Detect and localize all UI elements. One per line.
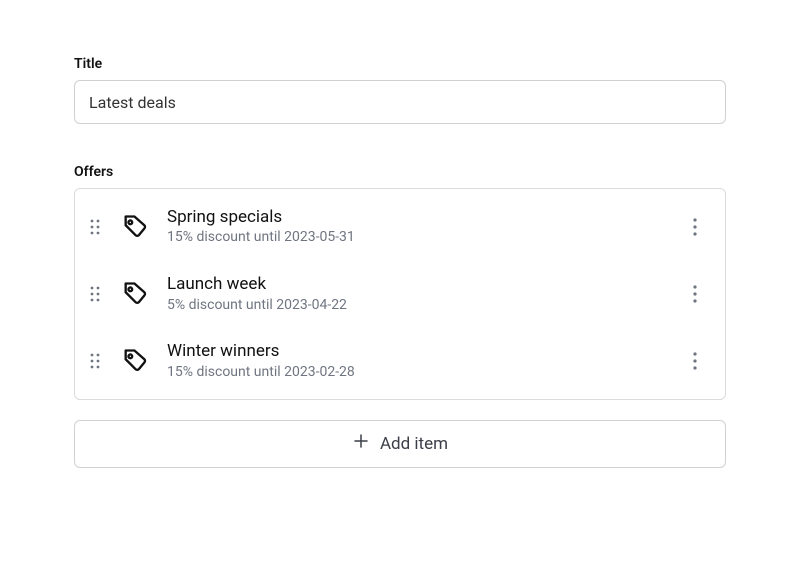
more-icon[interactable] bbox=[683, 215, 707, 239]
offer-title: Launch week bbox=[167, 274, 667, 294]
offer-row: Launch week 5% discount until 2023-04-22 bbox=[75, 260, 725, 327]
plus-icon bbox=[352, 432, 370, 455]
offer-row: Spring specials 15% discount until 2023-… bbox=[75, 193, 725, 260]
title-label: Title bbox=[74, 56, 726, 72]
offer-subtitle: 15% discount until 2023-05-31 bbox=[167, 229, 667, 246]
drag-handle-icon[interactable] bbox=[87, 282, 103, 306]
offer-title: Spring specials bbox=[167, 207, 667, 227]
tag-icon bbox=[119, 278, 151, 310]
offer-row: Winter winners 15% discount until 2023-0… bbox=[75, 327, 725, 394]
offer-subtitle: 5% discount until 2023-04-22 bbox=[167, 297, 667, 314]
offers-panel: Spring specials 15% discount until 2023-… bbox=[74, 188, 726, 400]
add-item-label: Add item bbox=[380, 434, 448, 454]
add-item-button[interactable]: Add item bbox=[74, 420, 726, 468]
offer-subtitle: 15% discount until 2023-02-28 bbox=[167, 364, 667, 381]
title-input[interactable] bbox=[74, 80, 726, 124]
offers-label: Offers bbox=[74, 164, 726, 180]
more-icon[interactable] bbox=[683, 349, 707, 373]
tag-icon bbox=[119, 211, 151, 243]
offer-title: Winter winners bbox=[167, 341, 667, 361]
drag-handle-icon[interactable] bbox=[87, 215, 103, 239]
drag-handle-icon[interactable] bbox=[87, 349, 103, 373]
tag-icon bbox=[119, 345, 151, 377]
more-icon[interactable] bbox=[683, 282, 707, 306]
